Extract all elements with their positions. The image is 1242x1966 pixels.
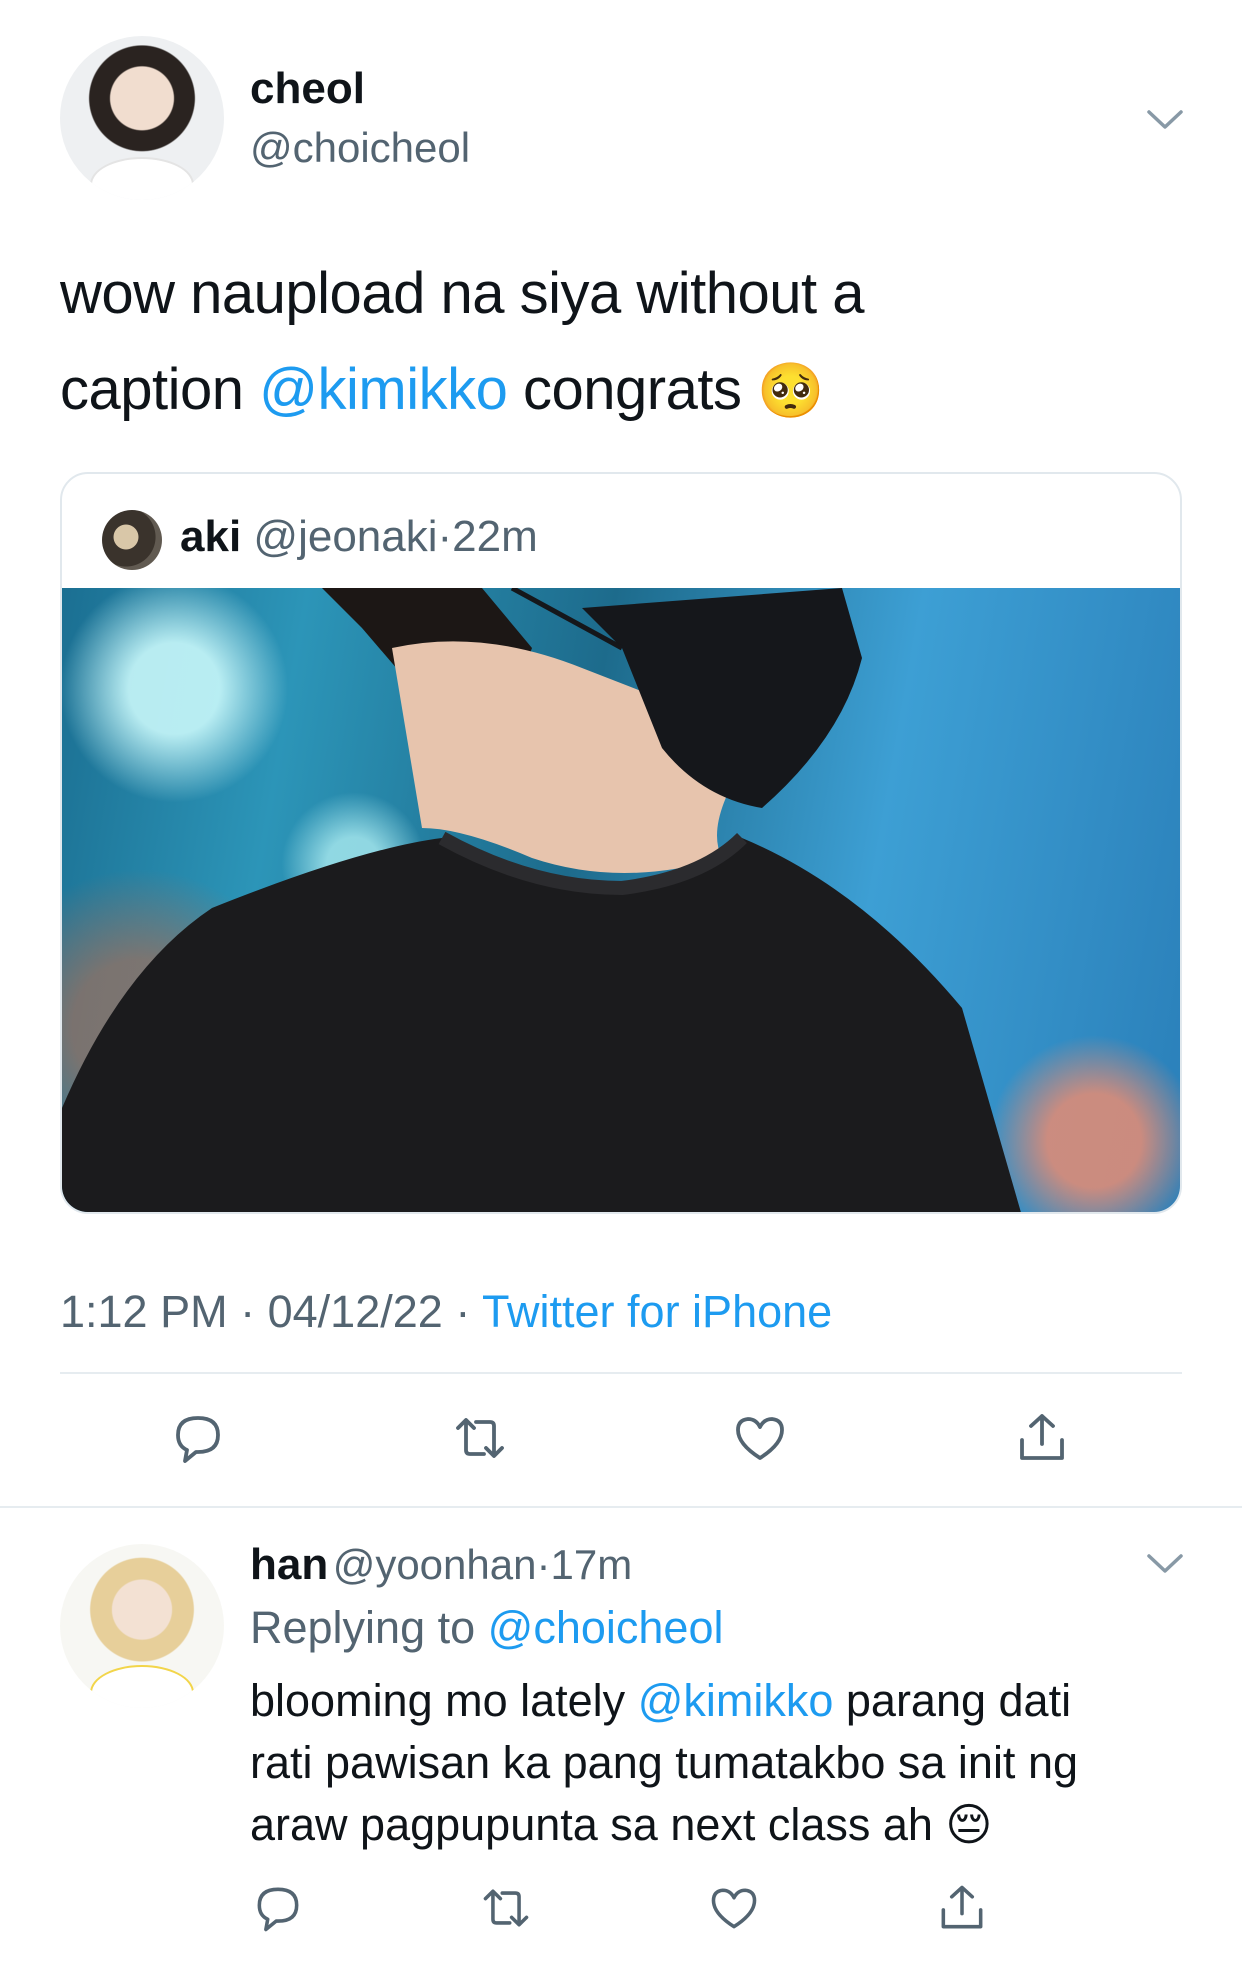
quoted-tweet-time: 22m (452, 512, 538, 561)
pensive-face-emoji: 😔 (945, 1799, 993, 1850)
quoted-tweet-header: aki @jeonaki·22m (180, 512, 538, 562)
separator-dot: · (455, 1286, 471, 1337)
author-name[interactable]: cheol (250, 64, 365, 114)
share-icon (1020, 1414, 1064, 1460)
chevron-down-icon[interactable] (1146, 108, 1184, 132)
reply-text-line-1: blooming mo lately @kimikko parang dati (250, 1670, 1210, 1732)
reply-text-segment: blooming mo lately (250, 1675, 638, 1726)
separator-dot: · (437, 512, 453, 561)
author-avatar[interactable] (60, 36, 224, 200)
separator-dot: · (536, 1541, 551, 1588)
replying-to-handle[interactable]: @choicheol (488, 1602, 724, 1653)
reply-text-segment: parang dati (833, 1675, 1072, 1726)
reply-button[interactable] (168, 1408, 228, 1468)
tweet-text-line-1: wow naupload na siya without a (60, 261, 864, 326)
reply-text-line-2: rati pawisan ka pang tumatakbo sa init n… (250, 1737, 1078, 1788)
share-button[interactable] (934, 1880, 990, 1936)
quoted-author-name: aki (180, 512, 242, 561)
tweet-time: 1:12 PM (60, 1286, 228, 1337)
reply-text-line-3: araw pagpupunta sa next class ah 😔 (250, 1794, 1210, 1856)
separator-dot: · (240, 1286, 256, 1337)
quoted-tweet-photo[interactable] (62, 588, 1180, 1212)
retweet-icon (456, 1418, 504, 1458)
tweet-text-segment: caption (60, 357, 260, 422)
reply-text-segment: araw pagpupunta sa next class ah (250, 1799, 933, 1850)
tweet-text-segment: congrats (507, 357, 742, 422)
reply-text: blooming mo lately @kimikko parang dati … (250, 1670, 1210, 1856)
reply-author-name[interactable]: han (250, 1540, 328, 1589)
quoted-tweet-card[interactable]: aki @jeonaki·22m (60, 472, 1182, 1214)
avatar-shirt-shape (89, 1665, 195, 1708)
replying-to-label: Replying to (250, 1602, 476, 1653)
like-button[interactable] (730, 1408, 790, 1468)
reply-icon (176, 1416, 220, 1463)
divider (0, 1506, 1242, 1508)
share-icon (941, 1885, 983, 1929)
replying-to-line: Replying to @choicheol (250, 1602, 723, 1654)
pleading-face-emoji: 🥺 (757, 361, 824, 421)
mention-link[interactable]: @kimikko (638, 1675, 834, 1726)
quoted-author-handle: @jeonaki (253, 512, 438, 561)
tweet-meta: 1:12 PM · 04/12/22 · Twitter for iPhone (60, 1286, 832, 1338)
author-handle[interactable]: @choicheol (250, 124, 470, 172)
share-button[interactable] (1012, 1408, 1072, 1468)
reply-header: han @yoonhan·17m (250, 1540, 632, 1590)
retweet-button[interactable] (478, 1880, 534, 1936)
like-icon (711, 1888, 757, 1929)
reply-author-avatar[interactable] (60, 1544, 224, 1708)
tweet-source-link[interactable]: Twitter for iPhone (482, 1286, 832, 1337)
quoted-author-avatar (102, 510, 162, 570)
tweet-text: wow naupload na siya without a caption @… (60, 246, 1190, 439)
like-icon (736, 1417, 784, 1460)
reply-icon (257, 1887, 299, 1932)
divider (60, 1372, 1182, 1374)
like-button[interactable] (706, 1880, 762, 1936)
chevron-down-icon[interactable] (1146, 1552, 1184, 1576)
reply-author-handle[interactable]: @yoonhan (333, 1541, 537, 1588)
tweet-date: 04/12/22 (267, 1286, 443, 1337)
retweet-button[interactable] (450, 1408, 510, 1468)
reply-button[interactable] (250, 1880, 306, 1936)
retweet-icon (483, 1889, 529, 1927)
avatar-shirt-shape (89, 157, 195, 200)
mention-link[interactable]: @kimikko (259, 357, 508, 422)
tweet-text-line-2: caption @kimikko congrats 🥺 (60, 342, 1190, 439)
photo-subject-illustration (62, 588, 1021, 1212)
reply-time: 17m (550, 1541, 633, 1588)
